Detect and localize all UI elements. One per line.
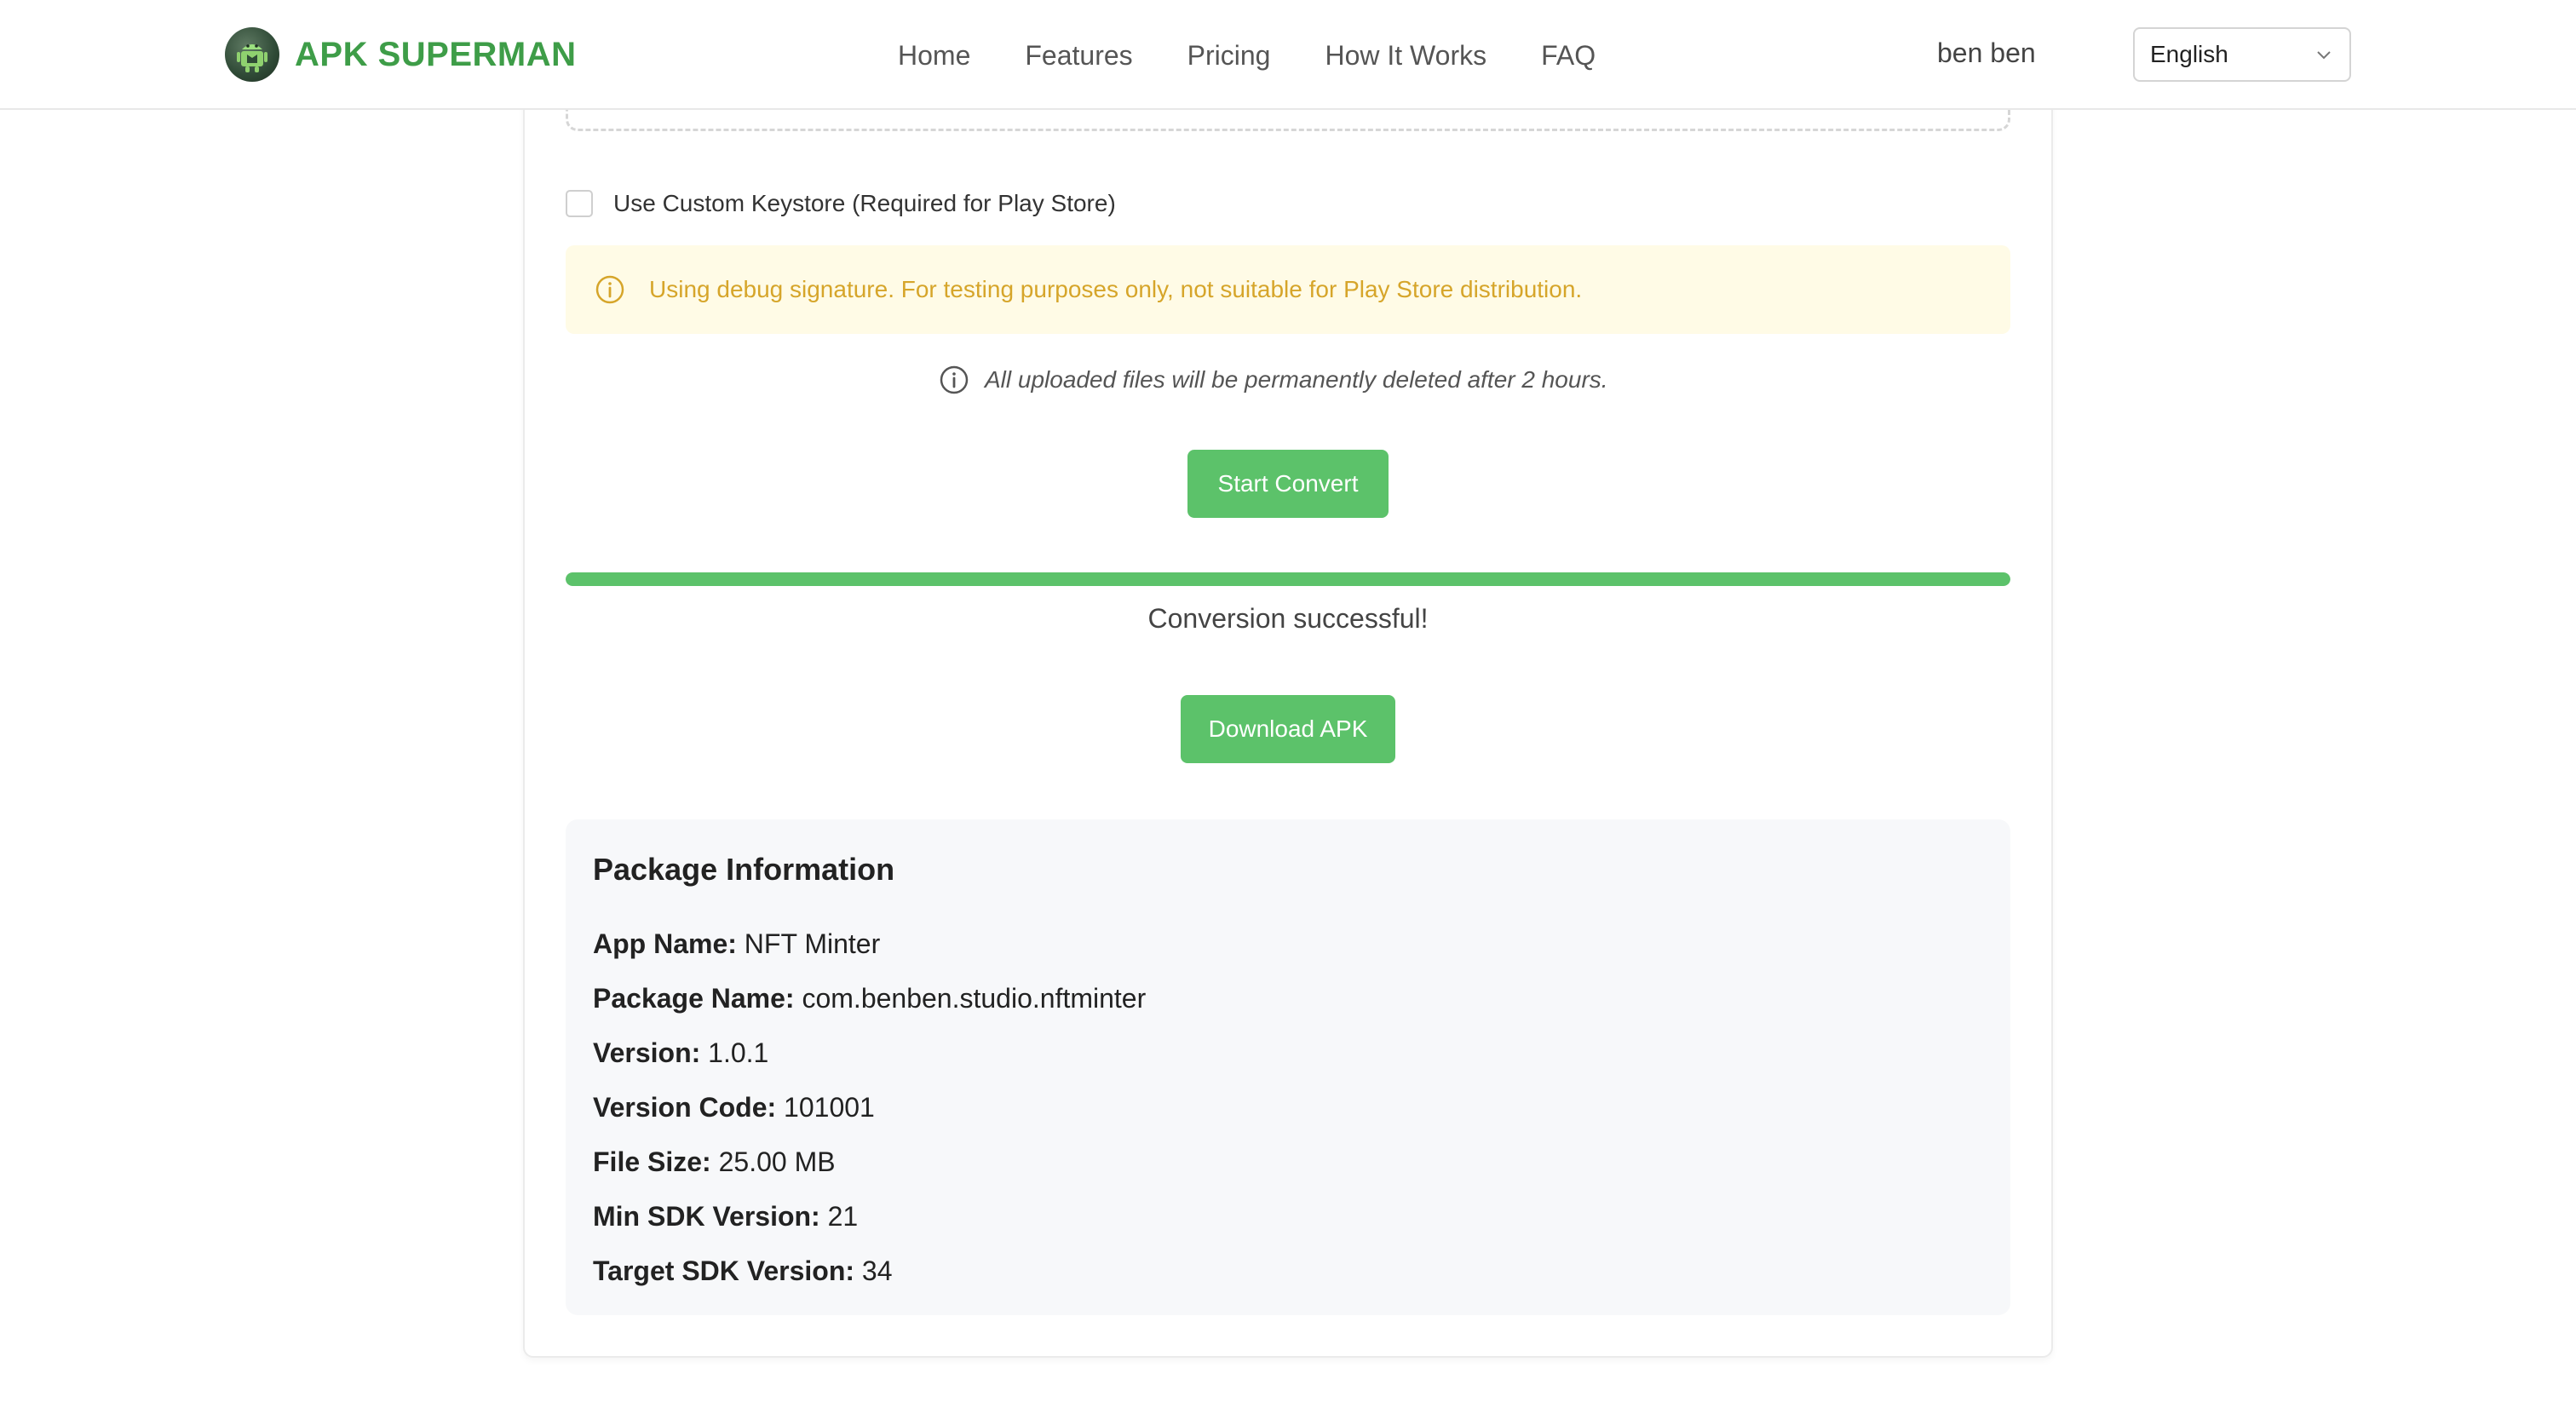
package-info-value: NFT Minter bbox=[744, 928, 881, 959]
package-info-row: Version Code: 101001 bbox=[593, 1080, 1983, 1135]
main-nav: Home Features Pricing How It Works FAQ bbox=[898, 34, 1596, 77]
nav-features[interactable]: Features bbox=[1025, 40, 1132, 72]
brand-name[interactable]: APK SUPERMAN bbox=[295, 36, 576, 74]
package-info-row: Package Name: com.benben.studio.nftminte… bbox=[593, 971, 1983, 1026]
user-account-name[interactable]: ben ben bbox=[1937, 37, 2036, 69]
conversion-progress-bar bbox=[566, 572, 2010, 586]
package-info-key: File Size: bbox=[593, 1146, 711, 1177]
package-info-key: Version: bbox=[593, 1037, 701, 1068]
package-info-row: Target SDK Version: 34 bbox=[593, 1244, 1983, 1298]
download-apk-button[interactable]: Download APK bbox=[1181, 695, 1395, 763]
debug-signature-warning: Using debug signature. For testing purpo… bbox=[566, 245, 2010, 334]
info-icon bbox=[940, 365, 969, 394]
notice-text: All uploaded files will be permanently d… bbox=[985, 366, 1608, 393]
package-info-key: Version Code: bbox=[593, 1092, 777, 1123]
nav-home[interactable]: Home bbox=[898, 40, 970, 72]
package-info-row: App Name: NFT Minter bbox=[593, 916, 1983, 971]
package-info-row: File Size: 25.00 MB bbox=[593, 1135, 1983, 1189]
package-info-value: 21 bbox=[827, 1201, 859, 1232]
start-convert-button[interactable]: Start Convert bbox=[1187, 450, 1389, 518]
language-select[interactable]: English bbox=[2133, 27, 2351, 82]
nav-how-it-works[interactable]: How It Works bbox=[1325, 40, 1486, 72]
package-info-key: Target SDK Version: bbox=[593, 1255, 855, 1286]
package-info-value: 34 bbox=[861, 1255, 893, 1286]
chevron-down-icon bbox=[2317, 51, 2331, 60]
language-select-value: English bbox=[2150, 41, 2228, 67]
custom-keystore-label[interactable]: Use Custom Keystore (Required for Play S… bbox=[613, 190, 1116, 217]
custom-keystore-option[interactable]: Use Custom Keystore (Required for Play S… bbox=[566, 189, 1116, 218]
package-information-panel: Package Information App Name: NFT Minter… bbox=[566, 819, 2010, 1315]
file-deletion-notice: All uploaded files will be permanently d… bbox=[939, 363, 1608, 397]
package-information-title: Package Information bbox=[593, 852, 895, 887]
brand-link[interactable]: APK SUPERMAN bbox=[225, 27, 576, 82]
nav-pricing[interactable]: Pricing bbox=[1187, 40, 1271, 72]
nav-faq[interactable]: FAQ bbox=[1541, 40, 1596, 72]
warning-text: Using debug signature. For testing purpo… bbox=[649, 276, 1583, 302]
package-info-key: App Name: bbox=[593, 928, 737, 959]
package-info-key: Package Name: bbox=[593, 983, 795, 1014]
package-info-key: Min SDK Version: bbox=[593, 1201, 820, 1232]
package-info-value: com.benben.studio.nftminter bbox=[802, 983, 1147, 1014]
custom-keystore-checkbox[interactable] bbox=[566, 190, 593, 217]
conversion-progress-fill bbox=[566, 572, 2010, 586]
package-info-row: Version: 1.0.1 bbox=[593, 1026, 1983, 1080]
package-info-value: 1.0.1 bbox=[708, 1037, 769, 1068]
site-header: APK SUPERMAN Home Features Pricing How I… bbox=[0, 0, 2576, 110]
package-info-list: App Name: NFT Minter Package Name: com.be… bbox=[593, 916, 1983, 1298]
android-robot-logo-icon bbox=[225, 27, 279, 82]
package-info-value: 101001 bbox=[784, 1092, 875, 1123]
conversion-status: Conversion successful! bbox=[1147, 603, 1429, 634]
package-info-row: Min SDK Version: 21 bbox=[593, 1189, 1983, 1244]
warning-info-icon bbox=[595, 275, 624, 304]
package-info-value: 25.00 MB bbox=[718, 1146, 836, 1177]
